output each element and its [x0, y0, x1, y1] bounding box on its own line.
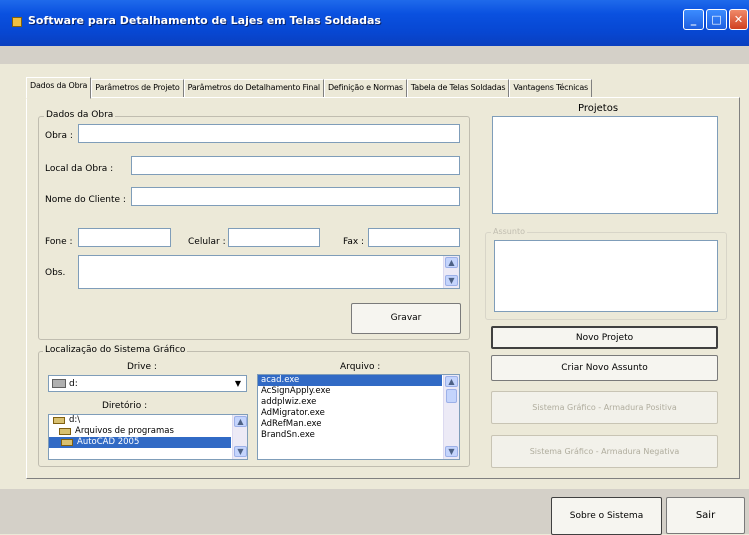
fone-label: Fone :	[45, 237, 73, 247]
novo-projeto-button[interactable]: Novo Projeto	[491, 326, 718, 349]
localizacao-group-title: Localização do Sistema Gráfico	[43, 345, 188, 355]
minimize-button[interactable]: _	[683, 9, 704, 30]
drive-value: d:	[69, 379, 78, 389]
sistema-armadura-negativa-button[interactable]: Sistema Gráfico - Armadura Negativa	[491, 435, 718, 468]
local-obra-label: Local da Obra :	[45, 164, 114, 174]
arquivo-label: Arquivo :	[340, 362, 381, 372]
chevron-down-icon[interactable]: ▼	[231, 377, 245, 390]
fax-field[interactable]	[368, 228, 460, 247]
list-item-label: Arquivos de programas	[75, 426, 174, 436]
tab-definicao-e-normas[interactable]: Definição e Normas	[323, 79, 407, 98]
obs-textarea[interactable]	[78, 255, 460, 289]
scroll-up-icon[interactable]: ▲	[445, 257, 458, 268]
projetos-label: Projetos	[578, 103, 619, 114]
list-item[interactable]: addplwiz.exe	[258, 397, 459, 408]
celular-label: Celular :	[188, 237, 226, 247]
arquivo-scrollbar[interactable]: ▲ ▼	[443, 375, 459, 459]
scroll-up-icon[interactable]: ▲	[445, 376, 458, 387]
folder-open-icon	[59, 428, 71, 435]
obs-label: Obs.	[45, 268, 66, 278]
gravar-button[interactable]: Gravar	[351, 303, 461, 334]
list-item[interactable]: BrandSn.exe	[258, 430, 459, 441]
toolbar-strip	[0, 46, 749, 64]
celular-field[interactable]	[228, 228, 320, 247]
obra-label: Obra :	[45, 131, 73, 141]
list-item[interactable]: AcSignApply.exe	[258, 386, 459, 397]
sistema-armadura-positiva-button[interactable]: Sistema Gráfico - Armadura Positiva	[491, 391, 718, 424]
diretorio-list[interactable]: d:\ Arquivos de programas AutoCAD 2005 ▲…	[48, 414, 248, 460]
fone-field[interactable]	[78, 228, 171, 247]
close-button[interactable]: ✕	[729, 9, 748, 30]
nome-cliente-field[interactable]	[131, 187, 460, 206]
app-icon	[12, 17, 22, 27]
folder-open-icon	[61, 439, 73, 446]
diretorio-scrollbar[interactable]: ▲ ▼	[232, 415, 247, 459]
fax-label: Fax :	[343, 237, 365, 247]
list-item[interactable]: AutoCAD 2005	[49, 437, 231, 448]
diretorio-label: Diretório :	[102, 401, 148, 411]
list-item[interactable]: d:\	[49, 415, 247, 426]
tab-parametros-de-projeto[interactable]: Parâmetros de Projeto	[91, 79, 184, 98]
scroll-up-icon[interactable]: ▲	[234, 416, 247, 427]
drive-icon	[52, 379, 66, 388]
obra-field[interactable]	[78, 124, 460, 143]
drive-label: Drive :	[127, 362, 157, 372]
list-item-label: d:\	[69, 415, 81, 425]
criar-novo-assunto-button[interactable]: Criar Novo Assunto	[491, 355, 718, 381]
tab-dados-da-obra[interactable]: Dados da Obra	[26, 77, 92, 99]
scroll-down-icon[interactable]: ▼	[445, 275, 458, 286]
tab-vantagens-tecnicas[interactable]: Vantagens Técnicas	[509, 79, 593, 98]
assunto-label: Assunto	[491, 227, 527, 236]
scroll-down-icon[interactable]: ▼	[445, 446, 458, 457]
window-title: Software para Detalhamento de Lajes em T…	[28, 14, 381, 27]
drive-select[interactable]: d: ▼	[48, 375, 247, 392]
list-item[interactable]: acad.exe	[258, 375, 442, 386]
tab-parametros-detalhamento-final[interactable]: Parâmetros do Detalhamento Final	[183, 79, 324, 98]
sair-button[interactable]: Sair	[666, 497, 745, 534]
tab-strip: Dados da Obra Parâmetros de Projeto Parâ…	[26, 77, 593, 99]
maximize-button[interactable]: □	[706, 9, 727, 30]
local-obra-field[interactable]	[131, 156, 460, 175]
scroll-thumb[interactable]	[446, 389, 457, 403]
list-item[interactable]: Arquivos de programas	[49, 426, 247, 437]
assunto-list[interactable]	[494, 240, 718, 312]
list-item[interactable]: AdMigrator.exe	[258, 408, 459, 419]
title-bar[interactable]: Software para Detalhamento de Lajes em T…	[0, 0, 749, 46]
arquivo-list[interactable]: acad.exe AcSignApply.exe addplwiz.exe Ad…	[257, 374, 460, 460]
nome-cliente-label: Nome do Cliente :	[45, 195, 126, 205]
folder-open-icon	[53, 417, 65, 424]
scroll-down-icon[interactable]: ▼	[234, 446, 247, 457]
list-item-label: AutoCAD 2005	[77, 437, 140, 447]
list-item[interactable]: AdRefMan.exe	[258, 419, 459, 430]
projetos-list[interactable]	[492, 116, 718, 214]
sobre-o-sistema-button[interactable]: Sobre o Sistema	[551, 497, 662, 535]
tab-tabela-telas-soldadas[interactable]: Tabela de Telas Soldadas	[406, 79, 510, 98]
dados-obra-group-title: Dados da Obra	[44, 110, 116, 120]
obs-scrollbar[interactable]: ▲ ▼	[443, 256, 459, 288]
